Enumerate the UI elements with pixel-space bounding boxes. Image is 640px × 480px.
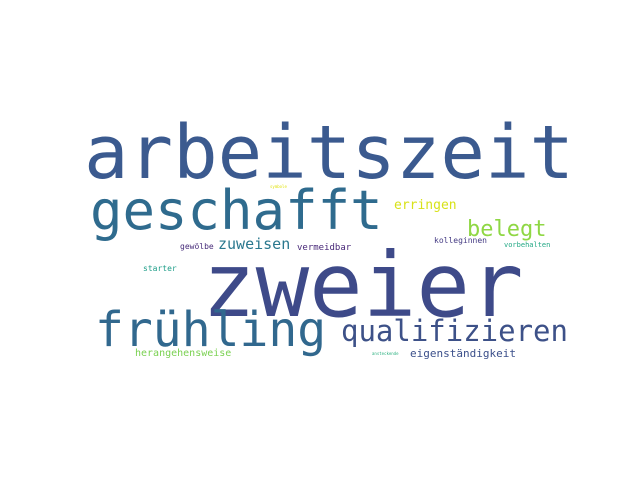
word-gewoelbe: gewölbe: [180, 242, 214, 251]
word-ansteckende: ansteckende: [372, 351, 399, 356]
word-qualifizieren: qualifizieren: [341, 314, 568, 348]
word-erringen: erringen: [394, 198, 457, 213]
word-kolleginnen: kolleginnen: [434, 236, 487, 245]
word-cloud: arbeitszeit zweier geschafft frühling qu…: [0, 0, 640, 480]
word-vermeidbar: vermeidbar: [297, 243, 352, 253]
word-starter: starter: [143, 264, 177, 273]
word-eigenstaendigkeit: eigenständigkeit: [410, 347, 516, 360]
word-fruehling: frühling: [95, 302, 327, 358]
word-herangehensweise: herangehensweise: [135, 348, 232, 359]
word-geschafft: geschafft: [90, 179, 383, 242]
word-symbole: symbole: [270, 184, 287, 189]
word-zuweisen: zuweisen: [218, 235, 291, 253]
word-vorbehalten: vorbehalten: [504, 241, 551, 249]
